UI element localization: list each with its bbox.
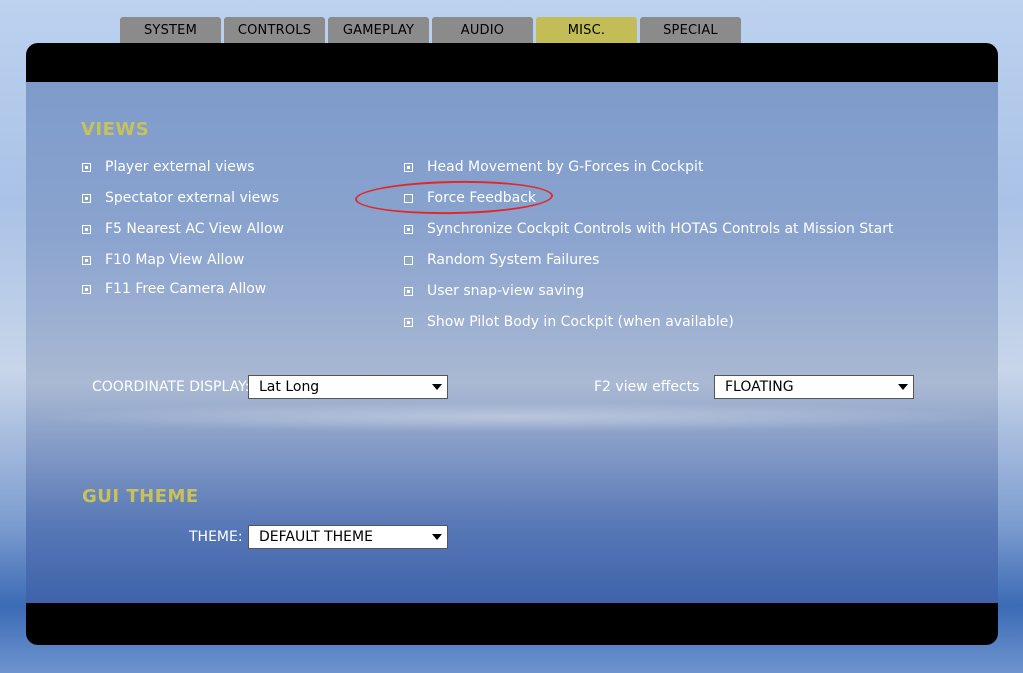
checkbox-player-external-views[interactable] <box>82 162 91 172</box>
option-label: Random System Failures <box>427 252 600 268</box>
gui-theme-section-title: GUI THEME <box>82 486 199 507</box>
tab-system[interactable]: SYSTEM <box>120 17 221 43</box>
option-label: F5 Nearest AC View Allow <box>105 221 284 237</box>
option-label: Spectator external views <box>105 190 280 206</box>
f2-view-effects-value: FLOATING <box>725 379 794 395</box>
chevron-down-icon <box>898 384 908 390</box>
f2-view-effects-label: F2 view effects <box>594 379 700 395</box>
settings-tab-bar: SYSTEM CONTROLS GAMEPLAY AUDIO MISC. SPE… <box>120 17 744 43</box>
checkbox-force-feedback[interactable] <box>404 193 413 203</box>
option-synchronize-cockpit-controls[interactable]: Synchronize Cockpit Controls with HOTAS … <box>404 219 894 239</box>
tab-gameplay[interactable]: GAMEPLAY <box>328 17 429 43</box>
option-label: F11 Free Camera Allow <box>105 281 267 297</box>
chevron-down-icon <box>432 384 442 390</box>
checkbox-random-system-failures[interactable] <box>404 255 413 265</box>
option-label: Player external views <box>105 159 255 175</box>
theme-value: DEFAULT THEME <box>259 529 373 545</box>
option-label: Show Pilot Body in Cockpit (when availab… <box>427 314 734 330</box>
option-f10-map-view[interactable]: F10 Map View Allow <box>82 250 244 270</box>
checkbox-head-movement-g-forces[interactable] <box>404 162 413 172</box>
option-f11-free-camera[interactable]: F11 Free Camera Allow <box>82 279 266 299</box>
checkbox-spectator-external-views[interactable] <box>82 193 91 203</box>
checkbox-show-pilot-body[interactable] <box>404 317 413 327</box>
checkbox-f5-nearest-ac-view[interactable] <box>82 224 91 234</box>
checkbox-f10-map-view[interactable] <box>82 255 91 265</box>
checkbox-synchronize-cockpit-controls[interactable] <box>404 224 413 234</box>
option-random-system-failures[interactable]: Random System Failures <box>404 250 599 270</box>
option-label: F10 Map View Allow <box>105 252 245 268</box>
option-label: Synchronize Cockpit Controls with HOTAS … <box>427 221 894 237</box>
tab-audio[interactable]: AUDIO <box>432 17 533 43</box>
option-label: Head Movement by G-Forces in Cockpit <box>427 159 704 175</box>
coordinate-display-value: Lat Long <box>259 379 320 395</box>
option-player-external-views[interactable]: Player external views <box>82 157 255 177</box>
checkbox-user-snap-view-saving[interactable] <box>404 286 413 296</box>
option-spectator-external-views[interactable]: Spectator external views <box>82 188 279 208</box>
theme-label: THEME: <box>189 529 243 545</box>
views-section-title: VIEWS <box>81 119 150 140</box>
tab-special[interactable]: SPECIAL <box>640 17 741 43</box>
f2-view-effects-select[interactable]: FLOATING <box>714 375 914 399</box>
option-user-snap-view-saving[interactable]: User snap-view saving <box>404 281 584 301</box>
theme-select[interactable]: DEFAULT THEME <box>248 525 448 549</box>
background-haze <box>26 402 998 432</box>
option-label: Force Feedback <box>427 190 536 206</box>
tab-misc[interactable]: MISC. <box>536 17 637 43</box>
checkbox-f11-free-camera[interactable] <box>82 284 91 294</box>
option-f5-nearest-ac-view[interactable]: F5 Nearest AC View Allow <box>82 219 284 239</box>
coordinate-display-label: COORDINATE DISPLAY: <box>92 379 250 395</box>
option-head-movement-g-forces[interactable]: Head Movement by G-Forces in Cockpit <box>404 157 703 177</box>
chevron-down-icon <box>432 534 442 540</box>
coordinate-display-select[interactable]: Lat Long <box>248 375 448 399</box>
tab-controls[interactable]: CONTROLS <box>224 17 325 43</box>
option-show-pilot-body[interactable]: Show Pilot Body in Cockpit (when availab… <box>404 312 734 332</box>
option-force-feedback[interactable]: Force Feedback <box>404 188 536 208</box>
misc-settings-content: VIEWS Player external views Spectator ex… <box>26 82 998 603</box>
option-label: User snap-view saving <box>427 283 585 299</box>
